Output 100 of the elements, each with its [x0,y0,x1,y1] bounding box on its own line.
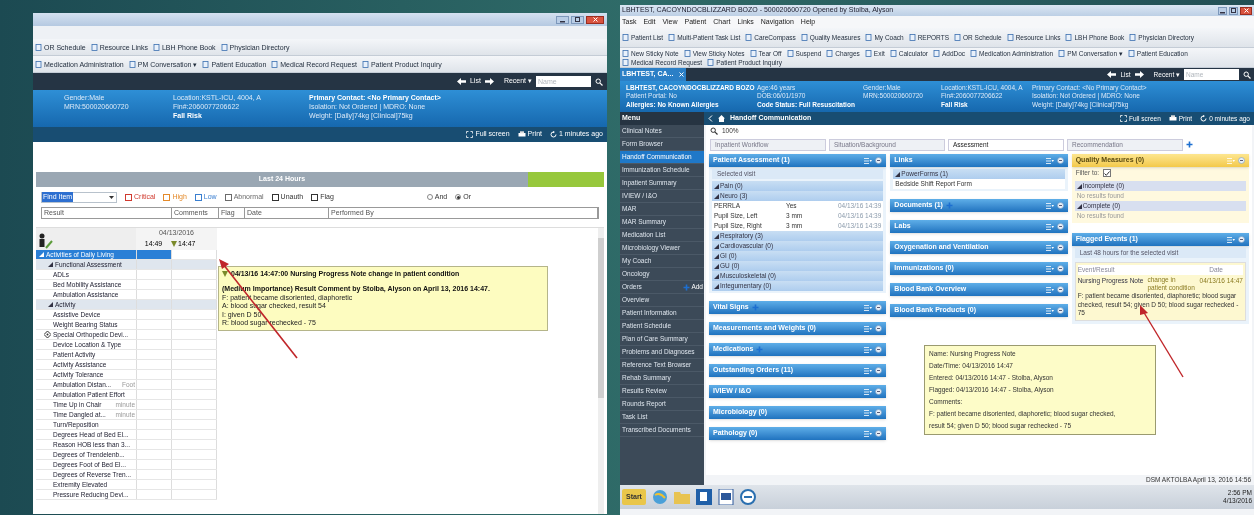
diamond-icon [44,331,51,338]
search-icon [1243,70,1251,79]
menu-icon[interactable] [864,346,873,353]
radio-button[interactable] [426,194,433,200]
right-arrow-icon[interactable] [1134,71,1144,78]
page-icon [361,60,369,68]
printer-icon [1168,115,1177,122]
left-arrow-icon[interactable] [1107,71,1117,78]
flag-icon [171,240,177,247]
refresh-icon [1200,115,1208,122]
expand-triangle-icon[interactable] [48,302,53,307]
collapse-icon[interactable] [875,325,883,332]
checkmark-icon [1104,170,1111,176]
expand-triangle-icon[interactable] [1076,183,1082,189]
filter-checkbox[interactable] [271,193,279,201]
collapse-icon[interactable] [1238,236,1245,243]
page-icon [220,43,228,51]
collapse-icon[interactable] [1056,202,1064,209]
minimize-icon [1220,11,1225,14]
minimize-icon [560,20,565,23]
close-button[interactable] [586,15,604,24]
menu-icon[interactable] [864,430,873,437]
collapse-icon[interactable] [1056,265,1064,272]
collapse-icon[interactable] [1056,157,1064,164]
expand-triangle-icon[interactable] [1076,203,1082,209]
page-icon [908,34,916,41]
maximize-icon [575,17,580,22]
radio-button[interactable] [455,194,462,200]
dropdown-caret-icon [109,195,114,199]
page-icon [1006,34,1014,41]
filter-checkbox[interactable] [1103,169,1112,177]
menu-icon[interactable] [864,367,873,374]
collapse-icon[interactable] [875,388,883,395]
collapse-icon[interactable] [875,367,883,374]
collapse-icon[interactable] [875,346,883,353]
flag-icon [222,271,228,278]
page-icon [932,49,940,57]
right-arrow-icon[interactable] [484,78,494,85]
filter-checkbox[interactable] [194,193,202,201]
menu-icon[interactable] [864,325,873,332]
minimize-button[interactable] [1218,6,1227,15]
menu-icon[interactable] [1045,307,1054,314]
page-icon [889,49,897,57]
page-icon [707,58,715,66]
menu-icon[interactable] [864,304,873,311]
section-icon [39,252,44,257]
maximize-button[interactable] [1229,6,1238,15]
printer-icon [517,131,526,138]
people-icon [38,232,54,250]
page-icon [954,34,961,41]
home-icon[interactable] [718,115,725,122]
filter-checkbox[interactable] [311,193,319,201]
page-icon [90,43,98,51]
menu-icon[interactable] [1045,157,1054,164]
expand-triangle-icon[interactable] [895,171,901,177]
menu-icon[interactable] [1045,202,1054,209]
filter-checkbox[interactable] [163,193,171,201]
collapse-icon[interactable] [1056,244,1064,251]
close-icon[interactable] [679,72,685,77]
page-icon [128,60,136,68]
close-button[interactable] [1240,6,1252,15]
menu-icon[interactable] [864,157,873,164]
collapse-icon[interactable] [875,430,883,437]
collapse-icon[interactable] [875,304,883,311]
menu-icon[interactable] [1045,265,1054,272]
search-icon [595,77,603,86]
circle-app-icon[interactable] [739,489,756,505]
document-icon[interactable] [717,489,734,505]
collapse-icon[interactable] [1056,223,1064,230]
menu-icon[interactable] [864,388,873,395]
page-icon [202,60,210,68]
filter-checkbox[interactable] [224,193,232,201]
maximize-button[interactable] [571,15,584,24]
left-arrow-icon[interactable] [456,78,466,85]
maximize-icon [1231,8,1236,13]
menu-icon[interactable] [864,409,873,416]
page-icon [271,60,279,68]
collapse-icon[interactable] [1056,307,1064,314]
page-icon [622,34,629,41]
back-icon[interactable] [708,115,713,122]
refresh-icon [550,131,557,138]
page-icon [152,43,160,51]
page-icon [35,60,42,68]
minimize-button[interactable] [556,15,569,24]
menu-icon[interactable] [1227,236,1235,243]
fullscreen-icon [1120,115,1127,122]
collapse-icon[interactable] [1238,157,1245,164]
collapse-icon[interactable] [875,409,883,416]
menu-icon[interactable] [1045,286,1054,293]
page-icon [970,49,978,57]
expand-triangle-icon[interactable] [48,262,53,267]
fullscreen-icon [466,131,474,138]
collapse-icon[interactable] [1056,286,1064,293]
menu-icon[interactable] [1045,223,1054,230]
filter-checkbox[interactable] [125,193,132,201]
app-icon[interactable] [695,489,712,505]
collapse-icon[interactable] [875,157,883,164]
close-icon [592,17,598,22]
plus-icon[interactable] [1186,141,1193,148]
menu-icon[interactable] [1045,244,1054,251]
